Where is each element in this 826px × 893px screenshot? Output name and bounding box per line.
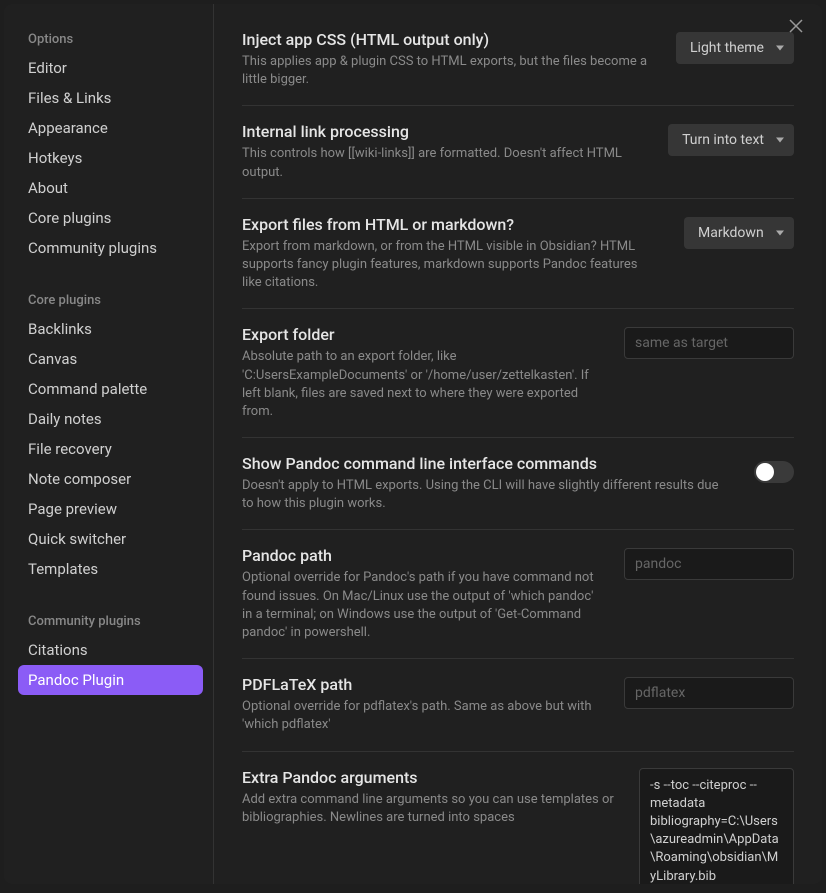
setting-description: Optional override for pdflatex's path. S…: [242, 698, 600, 734]
sidebar-item-note-composer[interactable]: Note composer: [4, 464, 213, 494]
sidebar-item-hotkeys[interactable]: Hotkeys: [4, 143, 213, 173]
setting-description: This applies app & plugin CSS to HTML ex…: [242, 53, 652, 89]
textarea-input[interactable]: [639, 768, 794, 884]
sidebar-heading: Options: [4, 24, 213, 53]
setting-title: Export files from HTML or markdown?: [242, 215, 660, 234]
close-icon[interactable]: [788, 18, 804, 38]
sidebar-item-canvas[interactable]: Canvas: [4, 344, 213, 374]
sidebar-item-quick-switcher[interactable]: Quick switcher: [4, 524, 213, 554]
setting-row: Export folder Absolute path to an export …: [242, 308, 794, 437]
setting-title: Show Pandoc command line interface comma…: [242, 454, 730, 473]
sidebar-item-editor[interactable]: Editor: [4, 53, 213, 83]
sidebar-item-community-plugins[interactable]: Community plugins: [4, 233, 213, 263]
setting-row: Show Pandoc command line interface comma…: [242, 437, 794, 529]
setting-title: Export folder: [242, 325, 600, 344]
setting-row: Export files from HTML or markdown? Expor…: [242, 198, 794, 309]
settings-modal: OptionsEditorFiles & LinksAppearanceHotk…: [4, 4, 822, 884]
setting-title: PDFLaTeX path: [242, 675, 600, 694]
setting-description: Optional override for Pandoc's path if y…: [242, 569, 600, 642]
setting-description: Doesn't apply to HTML exports. Using the…: [242, 477, 730, 513]
setting-row: Extra Pandoc arguments Add extra command …: [242, 751, 794, 884]
settings-sidebar: OptionsEditorFiles & LinksAppearanceHotk…: [4, 4, 214, 884]
setting-row: Internal link processing This controls ho…: [242, 105, 794, 197]
text-input[interactable]: [624, 548, 794, 580]
setting-title: Pandoc path: [242, 546, 600, 565]
sidebar-item-file-recovery[interactable]: File recovery: [4, 434, 213, 464]
setting-title: Inject app CSS (HTML output only): [242, 30, 652, 49]
sidebar-heading: Core plugins: [4, 285, 213, 314]
sidebar-item-page-preview[interactable]: Page preview: [4, 494, 213, 524]
settings-content: Inject app CSS (HTML output only) This ap…: [214, 4, 822, 884]
setting-row: Pandoc path Optional override for Pandoc'…: [242, 529, 794, 658]
sidebar-item-core-plugins[interactable]: Core plugins: [4, 203, 213, 233]
sidebar-item-backlinks[interactable]: Backlinks: [4, 314, 213, 344]
setting-description: This controls how [[wiki-links]] are for…: [242, 145, 644, 181]
setting-description: Add extra command line arguments so you …: [242, 791, 615, 827]
toggle[interactable]: [754, 461, 794, 483]
sidebar-item-appearance[interactable]: Appearance: [4, 113, 213, 143]
setting-row: PDFLaTeX path Optional override for pdfla…: [242, 658, 794, 750]
sidebar-item-files-links[interactable]: Files & Links: [4, 83, 213, 113]
text-input[interactable]: [624, 677, 794, 709]
sidebar-item-command-palette[interactable]: Command palette: [4, 374, 213, 404]
setting-row: Inject app CSS (HTML output only) This ap…: [242, 14, 794, 105]
sidebar-item-templates[interactable]: Templates: [4, 554, 213, 584]
setting-title: Internal link processing: [242, 122, 644, 141]
setting-description: Export from markdown, or from the HTML v…: [242, 238, 660, 293]
text-input[interactable]: [624, 327, 794, 359]
sidebar-heading: Community plugins: [4, 606, 213, 635]
dropdown[interactable]: Light theme: [676, 32, 794, 64]
sidebar-item-daily-notes[interactable]: Daily notes: [4, 404, 213, 434]
dropdown[interactable]: Turn into text: [668, 124, 794, 156]
setting-title: Extra Pandoc arguments: [242, 768, 615, 787]
sidebar-item-citations[interactable]: Citations: [4, 635, 213, 665]
dropdown[interactable]: Markdown: [684, 217, 794, 249]
sidebar-item-about[interactable]: About: [4, 173, 213, 203]
sidebar-item-pandoc-plugin[interactable]: Pandoc Plugin: [18, 665, 203, 695]
setting-description: Absolute path to an export folder, like …: [242, 348, 600, 421]
